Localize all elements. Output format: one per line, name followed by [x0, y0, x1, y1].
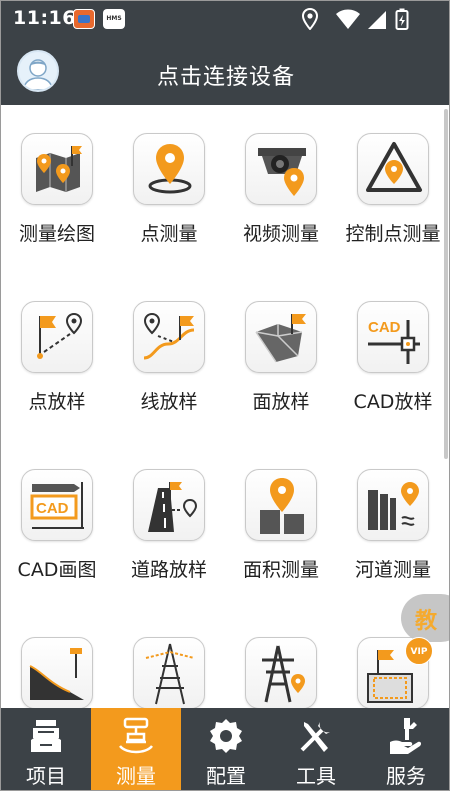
grid-item-label: 面积测量	[242, 559, 319, 581]
signal-icon	[368, 11, 386, 29]
grid-item-label: 点测量	[140, 223, 198, 245]
nav-tab-tools[interactable]: 工具	[271, 708, 361, 790]
survey-instrument-icon	[119, 717, 153, 754]
wifi-icon	[336, 9, 360, 29]
nav-label: 配置	[206, 764, 246, 788]
cad-drawing-icon: CAD	[30, 482, 84, 529]
hms-notification-icon: HMS	[103, 9, 125, 29]
point-stakeout-icon	[37, 312, 83, 359]
tower-icon	[145, 643, 195, 705]
area-measure-icon	[260, 478, 304, 534]
grid-item-area-stakeout[interactable]: 面放样	[225, 301, 337, 414]
point-survey-icon	[148, 144, 192, 194]
grid-item-tower[interactable]	[113, 637, 225, 708]
project-icon	[31, 720, 61, 752]
grid-item-label: 河道测量	[354, 559, 431, 581]
nav-label: 项目	[26, 764, 66, 788]
road-stakeout-icon	[148, 482, 198, 532]
status-bar: 11:16 HMS	[1, 1, 449, 37]
nav-tab-service[interactable]: 服务	[361, 708, 449, 790]
grid-item-label: 点放样	[28, 391, 86, 413]
nav-tab-project[interactable]: 项目	[1, 708, 91, 790]
survey-map-icon	[36, 146, 82, 192]
grid-item-line-stakeout[interactable]: 线放样	[113, 301, 225, 414]
nav-tab-config[interactable]: 配置	[181, 708, 271, 790]
grid-item-label: 线放样	[140, 391, 198, 413]
grid-item-label: 控制点测量	[345, 223, 441, 245]
video-survey-icon	[258, 148, 306, 196]
connect-device-title[interactable]: 点击连接设备	[1, 59, 449, 91]
line-stakeout-icon	[143, 312, 195, 360]
grid-item-label: 视频测量	[242, 223, 319, 245]
cad-stakeout-icon: CAD	[368, 319, 420, 364]
settings-gear-icon	[210, 719, 242, 753]
grid-item-label: CAD放样	[353, 391, 433, 413]
nav-label: 测量	[116, 764, 156, 788]
nav-label: 工具	[296, 764, 336, 788]
app-header: 点击连接设备	[1, 37, 449, 105]
nav-label: 服务	[386, 764, 426, 788]
grid-item-point-survey[interactable]: 点测量	[113, 133, 225, 246]
grid-item-video-survey[interactable]: 视频测量	[225, 133, 337, 246]
status-time: 11:16	[13, 7, 76, 29]
scrollbar[interactable]	[444, 109, 448, 459]
grid-item-point-stakeout[interactable]: 点放样	[1, 301, 113, 414]
area-stakeout-icon	[255, 314, 306, 363]
app-notification-icon	[73, 9, 95, 29]
bottom-navigation: 项目 测量 配置 工具 服务	[1, 708, 449, 790]
grid-item-label: 道路放样	[130, 559, 207, 581]
tools-icon	[300, 722, 330, 752]
grid-item-slope-survey[interactable]	[1, 637, 113, 708]
tutorial-float-button[interactable]: 教	[401, 594, 449, 642]
location-icon	[301, 8, 319, 30]
vip-badge: VIP	[405, 637, 433, 665]
grid-item-river-survey[interactable]: 河道测量	[337, 469, 449, 582]
control-point-icon	[366, 142, 422, 192]
grid-item-control-point[interactable]: 控制点测量	[337, 133, 449, 246]
grid-item-label: CAD画图	[17, 559, 97, 581]
grid-item-power-tower[interactable]	[225, 637, 337, 708]
river-survey-icon	[368, 482, 419, 530]
slope-survey-icon	[29, 648, 84, 700]
battery-charging-icon	[395, 8, 409, 30]
grid-item-cad-drawing[interactable]: CAD CAD画图	[1, 469, 113, 582]
svg-text:CAD: CAD	[368, 319, 401, 336]
svg-text:CAD: CAD	[36, 500, 69, 517]
service-icon	[390, 718, 422, 754]
power-tower-icon	[262, 645, 305, 703]
grid-item-label: 测量绘图	[18, 223, 95, 245]
grid-item-label: 面放样	[252, 391, 310, 413]
nav-tab-survey[interactable]: 测量	[91, 708, 181, 790]
tutorial-label: 教	[415, 609, 438, 634]
grid-item-survey-map[interactable]: 测量绘图	[1, 133, 113, 246]
grid-item-area-measure[interactable]: 面积测量	[225, 469, 337, 582]
grid-item-cad-stakeout[interactable]: CAD CAD放样	[337, 301, 449, 414]
function-grid: 测量绘图 点测量 视频测量 控制点测量 点放样 线放样 面放样 CAD CAD放…	[1, 105, 449, 708]
grid-item-road-stakeout[interactable]: 道路放样	[113, 469, 225, 582]
app-screen: 11:16 HMS 点击连接设备 测量绘图 点测量 视频测量 控制点测量 点放样…	[0, 0, 450, 791]
